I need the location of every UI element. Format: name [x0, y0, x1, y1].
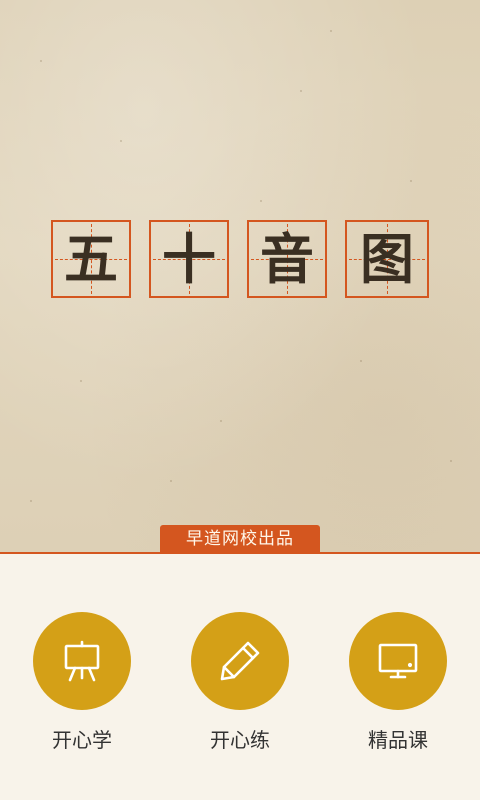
title-cell-1: 五	[51, 220, 131, 298]
title-char: 图	[360, 227, 414, 291]
menu-course-label: 精品课	[368, 728, 428, 752]
easel-icon	[64, 640, 100, 682]
section-divider	[0, 552, 480, 554]
menu-learn-label: 开心学	[52, 728, 112, 752]
title-cell-3: 音	[247, 220, 327, 298]
monitor-icon	[378, 643, 418, 679]
title-char: 五	[64, 227, 118, 291]
menu-practice-button[interactable]: 开心练	[190, 612, 290, 752]
practice-icon-circle[interactable]	[191, 612, 289, 710]
menu-practice-label: 开心练	[210, 728, 270, 752]
learn-icon-circle[interactable]	[33, 612, 131, 710]
title-cell-2: 十	[149, 220, 229, 298]
publisher-badge: 早道网校出品	[160, 525, 320, 554]
title-cell-4: 图	[345, 220, 429, 298]
app-title-grid: 五 十 音 图	[51, 220, 429, 302]
menu-course-button[interactable]: 精品课	[348, 612, 448, 752]
title-char: 十	[162, 227, 216, 291]
menu-learn-button[interactable]: 开心学	[32, 612, 132, 752]
title-char: 音	[260, 227, 314, 291]
pencil-icon	[220, 641, 260, 681]
course-icon-circle[interactable]	[349, 612, 447, 710]
